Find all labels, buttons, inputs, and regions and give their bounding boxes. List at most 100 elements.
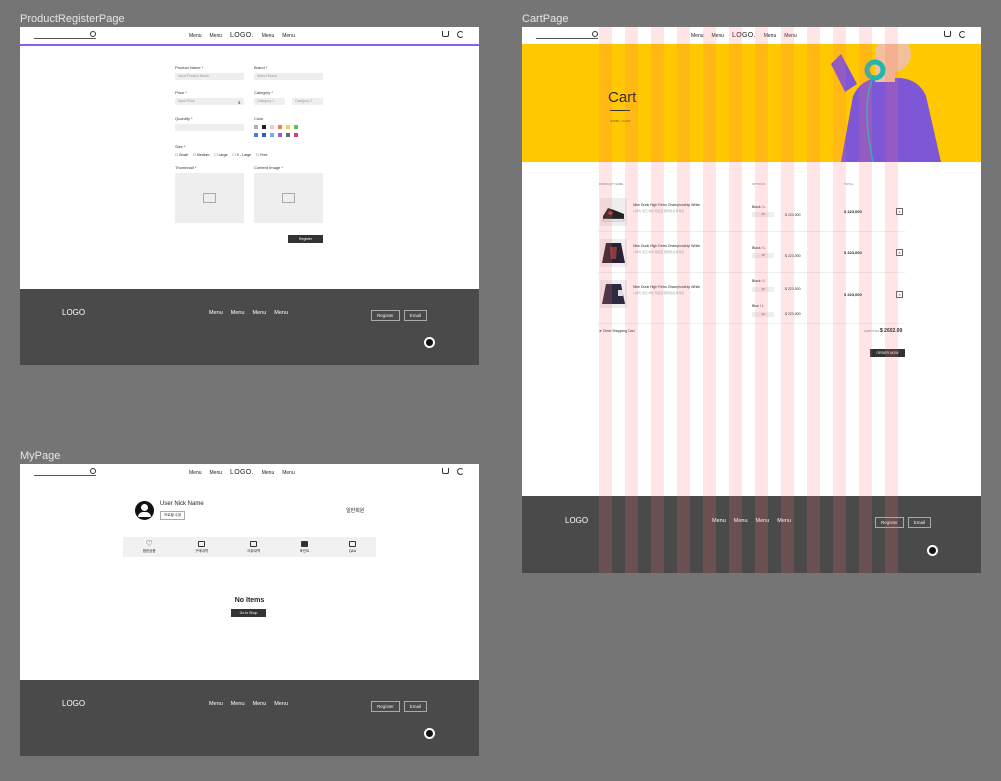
cart-icon[interactable] xyxy=(442,468,449,474)
menu-qna[interactable]: Q&A xyxy=(349,541,356,553)
footer-email-button[interactable]: Email xyxy=(907,517,932,528)
footer-menu-4[interactable]: Menu xyxy=(274,701,288,707)
size-small-option[interactable]: ☐ Small xyxy=(175,153,188,157)
search-icon xyxy=(592,31,598,37)
footer-menu-3[interactable]: Menu xyxy=(253,310,267,316)
go-shop-button[interactable]: Go to Shop xyxy=(231,609,266,617)
brand-select[interactable]: Select Brand xyxy=(254,73,323,80)
menu-reviews[interactable]: 리뷰내역 xyxy=(247,540,260,554)
size-free-option[interactable]: ☐ Free xyxy=(256,153,267,157)
footer-email-button[interactable]: Email xyxy=(403,701,428,712)
color-swatch[interactable] xyxy=(286,133,290,137)
edit-profile-button[interactable]: 프로필 수정 xyxy=(160,511,186,520)
footer-menu-3[interactable]: Menu xyxy=(253,701,267,707)
product-name[interactable]: Nike Dunk High Retro Championship White xyxy=(633,285,700,289)
category2-select[interactable]: Category 2 xyxy=(292,98,323,105)
color-swatch[interactable] xyxy=(294,133,298,137)
category-label: Category * xyxy=(254,90,273,95)
product-name[interactable]: Nike Dunk High Retro Championship White xyxy=(633,203,700,207)
search-input[interactable] xyxy=(536,31,598,39)
size-options: ☐ Small ☐ Medium ☐ Large ☐ X - Large ☐ F… xyxy=(175,153,267,157)
frame-label-register: ProductRegisterPage xyxy=(20,13,125,25)
color-swatch[interactable] xyxy=(254,133,258,137)
color-swatch[interactable] xyxy=(286,125,290,129)
category1-select[interactable]: Category 1 xyxy=(254,98,285,105)
point-icon xyxy=(301,540,309,547)
nav-menu-1[interactable]: Menu xyxy=(691,33,704,39)
brand-label: Brand * xyxy=(254,65,268,70)
github-icon[interactable] xyxy=(424,728,435,739)
search-input[interactable] xyxy=(34,468,96,476)
footer-register-button[interactable]: Register xyxy=(371,310,400,321)
footer: LOGO Menu Menu Menu Menu Register Email xyxy=(522,496,981,573)
nav-menu-2[interactable]: Menu xyxy=(210,470,223,476)
nav-menu-4[interactable]: Menu xyxy=(282,470,295,476)
footer-menu-2[interactable]: Menu xyxy=(231,310,245,316)
grid-column xyxy=(833,27,846,573)
logout-icon[interactable] xyxy=(959,31,966,38)
search-input[interactable] xyxy=(34,31,96,39)
product-name[interactable]: Nike Dunk High Retro Championship White xyxy=(633,244,700,248)
footer-menu-2[interactable]: Menu xyxy=(231,701,245,707)
footer-logo[interactable]: LOGO xyxy=(62,308,85,317)
nav-menu-3[interactable]: Menu xyxy=(262,33,275,39)
cart-hero: Cart HOME > CART xyxy=(522,44,981,162)
image-icon xyxy=(203,193,216,203)
color-swatch[interactable] xyxy=(254,125,258,129)
price-input[interactable]: Input Price xyxy=(175,98,244,105)
register-submit-button[interactable]: Register xyxy=(288,235,323,243)
cart-icon[interactable] xyxy=(442,31,449,37)
nav-menu-3[interactable]: Menu xyxy=(262,470,275,476)
logo[interactable]: LOGO. xyxy=(230,469,254,476)
logo[interactable]: LOGO. xyxy=(230,32,254,39)
grid-column xyxy=(807,27,820,573)
footer-buttons: Register Email xyxy=(875,517,932,528)
size-large-option[interactable]: ☐ Large xyxy=(214,153,227,157)
color-swatch[interactable] xyxy=(270,125,274,129)
menu-points-label: 포인트 xyxy=(299,548,310,553)
product-register-frame: Menu Menu LOGO. Menu Menu Product Name *… xyxy=(20,27,479,365)
color-swatch[interactable] xyxy=(270,133,274,137)
header-nav: Menu Menu LOGO. Menu Menu xyxy=(189,32,295,39)
footer-register-button[interactable]: Register xyxy=(371,701,400,712)
footer-menu-1[interactable]: Menu xyxy=(209,310,223,316)
size-xlarge-option[interactable]: ☐ X - Large xyxy=(233,153,252,157)
frame-label-cart: CartPage xyxy=(522,13,569,25)
footer-logo[interactable]: LOGO xyxy=(565,516,588,525)
avatar[interactable] xyxy=(135,501,154,520)
color-swatch[interactable] xyxy=(262,125,266,129)
product-name-input[interactable]: Input Product Name xyxy=(175,73,244,80)
footer-menu-1[interactable]: Menu xyxy=(209,701,223,707)
mypage-frame: Menu Menu LOGO. Menu Menu User Nick Name… xyxy=(20,464,479,756)
footer-email-button[interactable]: Email xyxy=(403,310,428,321)
github-icon[interactable] xyxy=(927,545,938,556)
logout-icon[interactable] xyxy=(457,31,464,38)
footer-menu: Menu Menu Menu Menu xyxy=(209,701,288,707)
color-swatch[interactable] xyxy=(278,133,282,137)
footer-menu: Menu Menu Menu Menu xyxy=(712,518,791,524)
nav-menu-1[interactable]: Menu xyxy=(189,33,202,39)
empty-title: No Items xyxy=(234,597,265,604)
grid-column xyxy=(729,27,742,573)
footer-menu-4[interactable]: Menu xyxy=(274,310,288,316)
size-medium-label: Medium xyxy=(197,153,210,157)
color-swatch[interactable] xyxy=(278,125,282,129)
content-image-upload[interactable] xyxy=(254,173,323,223)
nav-menu-4[interactable]: Menu xyxy=(282,33,295,39)
footer-logo[interactable]: LOGO xyxy=(62,699,85,708)
color-swatch[interactable] xyxy=(262,133,266,137)
menu-orders[interactable]: 구매내역 xyxy=(195,540,208,554)
color-swatch[interactable] xyxy=(294,125,298,129)
quantity-input[interactable] xyxy=(175,124,244,131)
thumbnail-upload[interactable] xyxy=(175,173,244,223)
nav-menu-1[interactable]: Menu xyxy=(189,470,202,476)
cart-icon[interactable] xyxy=(944,31,951,37)
size-medium-option[interactable]: ☐ Medium xyxy=(193,153,210,157)
nav-menu-2[interactable]: Menu xyxy=(210,33,223,39)
github-icon[interactable] xyxy=(424,337,435,348)
grid-column xyxy=(755,27,768,573)
avatar-body-shape xyxy=(138,512,151,517)
menu-points[interactable]: 포인트 xyxy=(299,540,310,554)
logout-icon[interactable] xyxy=(457,468,464,475)
menu-wishlist[interactable]: ♡ 찜한상품 xyxy=(143,540,156,554)
